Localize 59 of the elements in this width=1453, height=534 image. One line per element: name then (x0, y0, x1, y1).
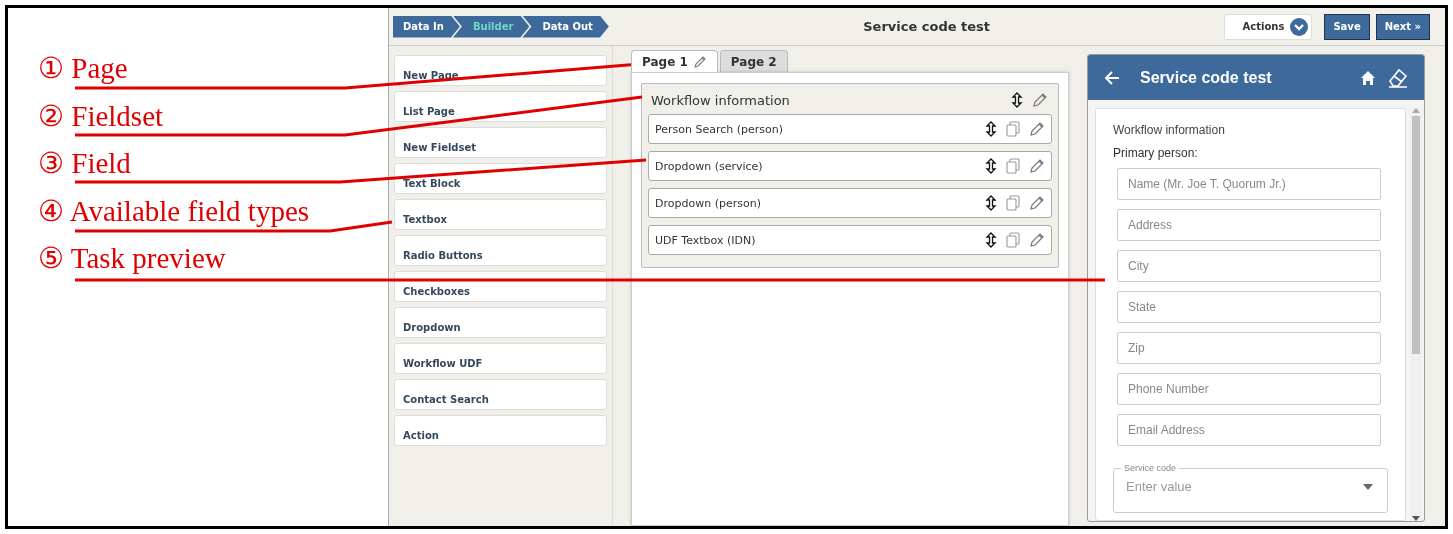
move-icon[interactable] (985, 232, 997, 248)
move-icon[interactable] (1011, 92, 1023, 108)
pencil-icon[interactable] (1029, 195, 1045, 211)
caret-icon (1363, 483, 1373, 490)
pencil-icon[interactable] (1032, 92, 1048, 108)
next-button[interactable]: Next » (1375, 13, 1430, 40)
group-label: Primary person: (1113, 146, 1199, 160)
home-icon[interactable] (1360, 69, 1376, 86)
input-field[interactable]: State (1117, 291, 1381, 323)
fieldset-title: Workflow information (651, 92, 791, 108)
input-field[interactable]: Name (Mr. Joe T. Quorum Jr.) (1117, 168, 1381, 200)
field-type-item[interactable]: New Fieldset (394, 127, 607, 158)
copy-icon[interactable] (1006, 158, 1020, 174)
actions-button[interactable]: Actions (1224, 13, 1313, 40)
breadcrumb-step[interactable]: Data Out (522, 15, 609, 38)
chevron-down-icon (1290, 17, 1309, 36)
field-row[interactable]: UDF Textbox (IDN) (648, 225, 1052, 255)
annotation-label: ⑤ Task preview (38, 241, 226, 275)
field-type-item[interactable]: Workflow UDF (394, 343, 607, 374)
section-title: Workflow information (1113, 123, 1226, 137)
page-tab[interactable]: Page 2 (719, 50, 788, 72)
annotation-label: ② Fieldset (38, 98, 164, 133)
annotation-label: ③ Field (38, 146, 131, 180)
field-type-item[interactable]: Contact Search (394, 379, 607, 410)
field-type-item[interactable]: Text Block (394, 163, 607, 194)
field-type-item[interactable]: Textbox (394, 199, 607, 230)
field-type-item[interactable]: Action (394, 415, 607, 446)
input-field[interactable]: Email Address (1117, 414, 1381, 446)
pencil-icon[interactable] (1029, 158, 1045, 174)
input-field[interactable]: City (1117, 250, 1381, 282)
input-field[interactable]: Address (1117, 209, 1381, 241)
move-icon[interactable] (985, 158, 997, 174)
field-type-item[interactable]: List Page (394, 91, 607, 122)
annotation-label: ④ Available field types (38, 193, 310, 228)
pencil-icon[interactable] (1029, 232, 1045, 248)
scroll-down-arrow-icon[interactable] (1412, 516, 1420, 521)
copy-icon[interactable] (1006, 195, 1020, 211)
page-title: Service code test (862, 19, 992, 34)
page-tab[interactable]: Page 1 (631, 50, 718, 72)
scrollbar[interactable] (1410, 108, 1422, 521)
pencil-icon[interactable] (692, 54, 707, 69)
field-type-item[interactable]: Dropdown (394, 307, 607, 338)
pencil-icon[interactable] (1029, 121, 1045, 137)
breadcrumb-step[interactable]: Data In (393, 15, 460, 38)
save-button[interactable]: Save (1324, 13, 1370, 40)
field-row[interactable]: Person Search (person) (648, 114, 1052, 144)
eraser-icon[interactable] (1388, 67, 1408, 88)
input-field[interactable]: Zip (1117, 332, 1381, 364)
field-row[interactable]: Dropdown (service) (648, 151, 1052, 181)
field-type-item[interactable]: Radio Buttons (394, 235, 607, 266)
move-icon[interactable] (985, 195, 997, 211)
annotation-label: ① Page (38, 51, 128, 85)
preview-title: Service code test (1139, 68, 1273, 87)
back-arrow-icon[interactable] (1104, 69, 1120, 86)
copy-icon[interactable] (1006, 232, 1020, 248)
input-field[interactable]: Phone Number (1117, 373, 1381, 405)
copy-icon[interactable] (1006, 121, 1020, 137)
field-row[interactable]: Dropdown (person) (648, 188, 1052, 218)
move-icon[interactable] (985, 121, 997, 137)
